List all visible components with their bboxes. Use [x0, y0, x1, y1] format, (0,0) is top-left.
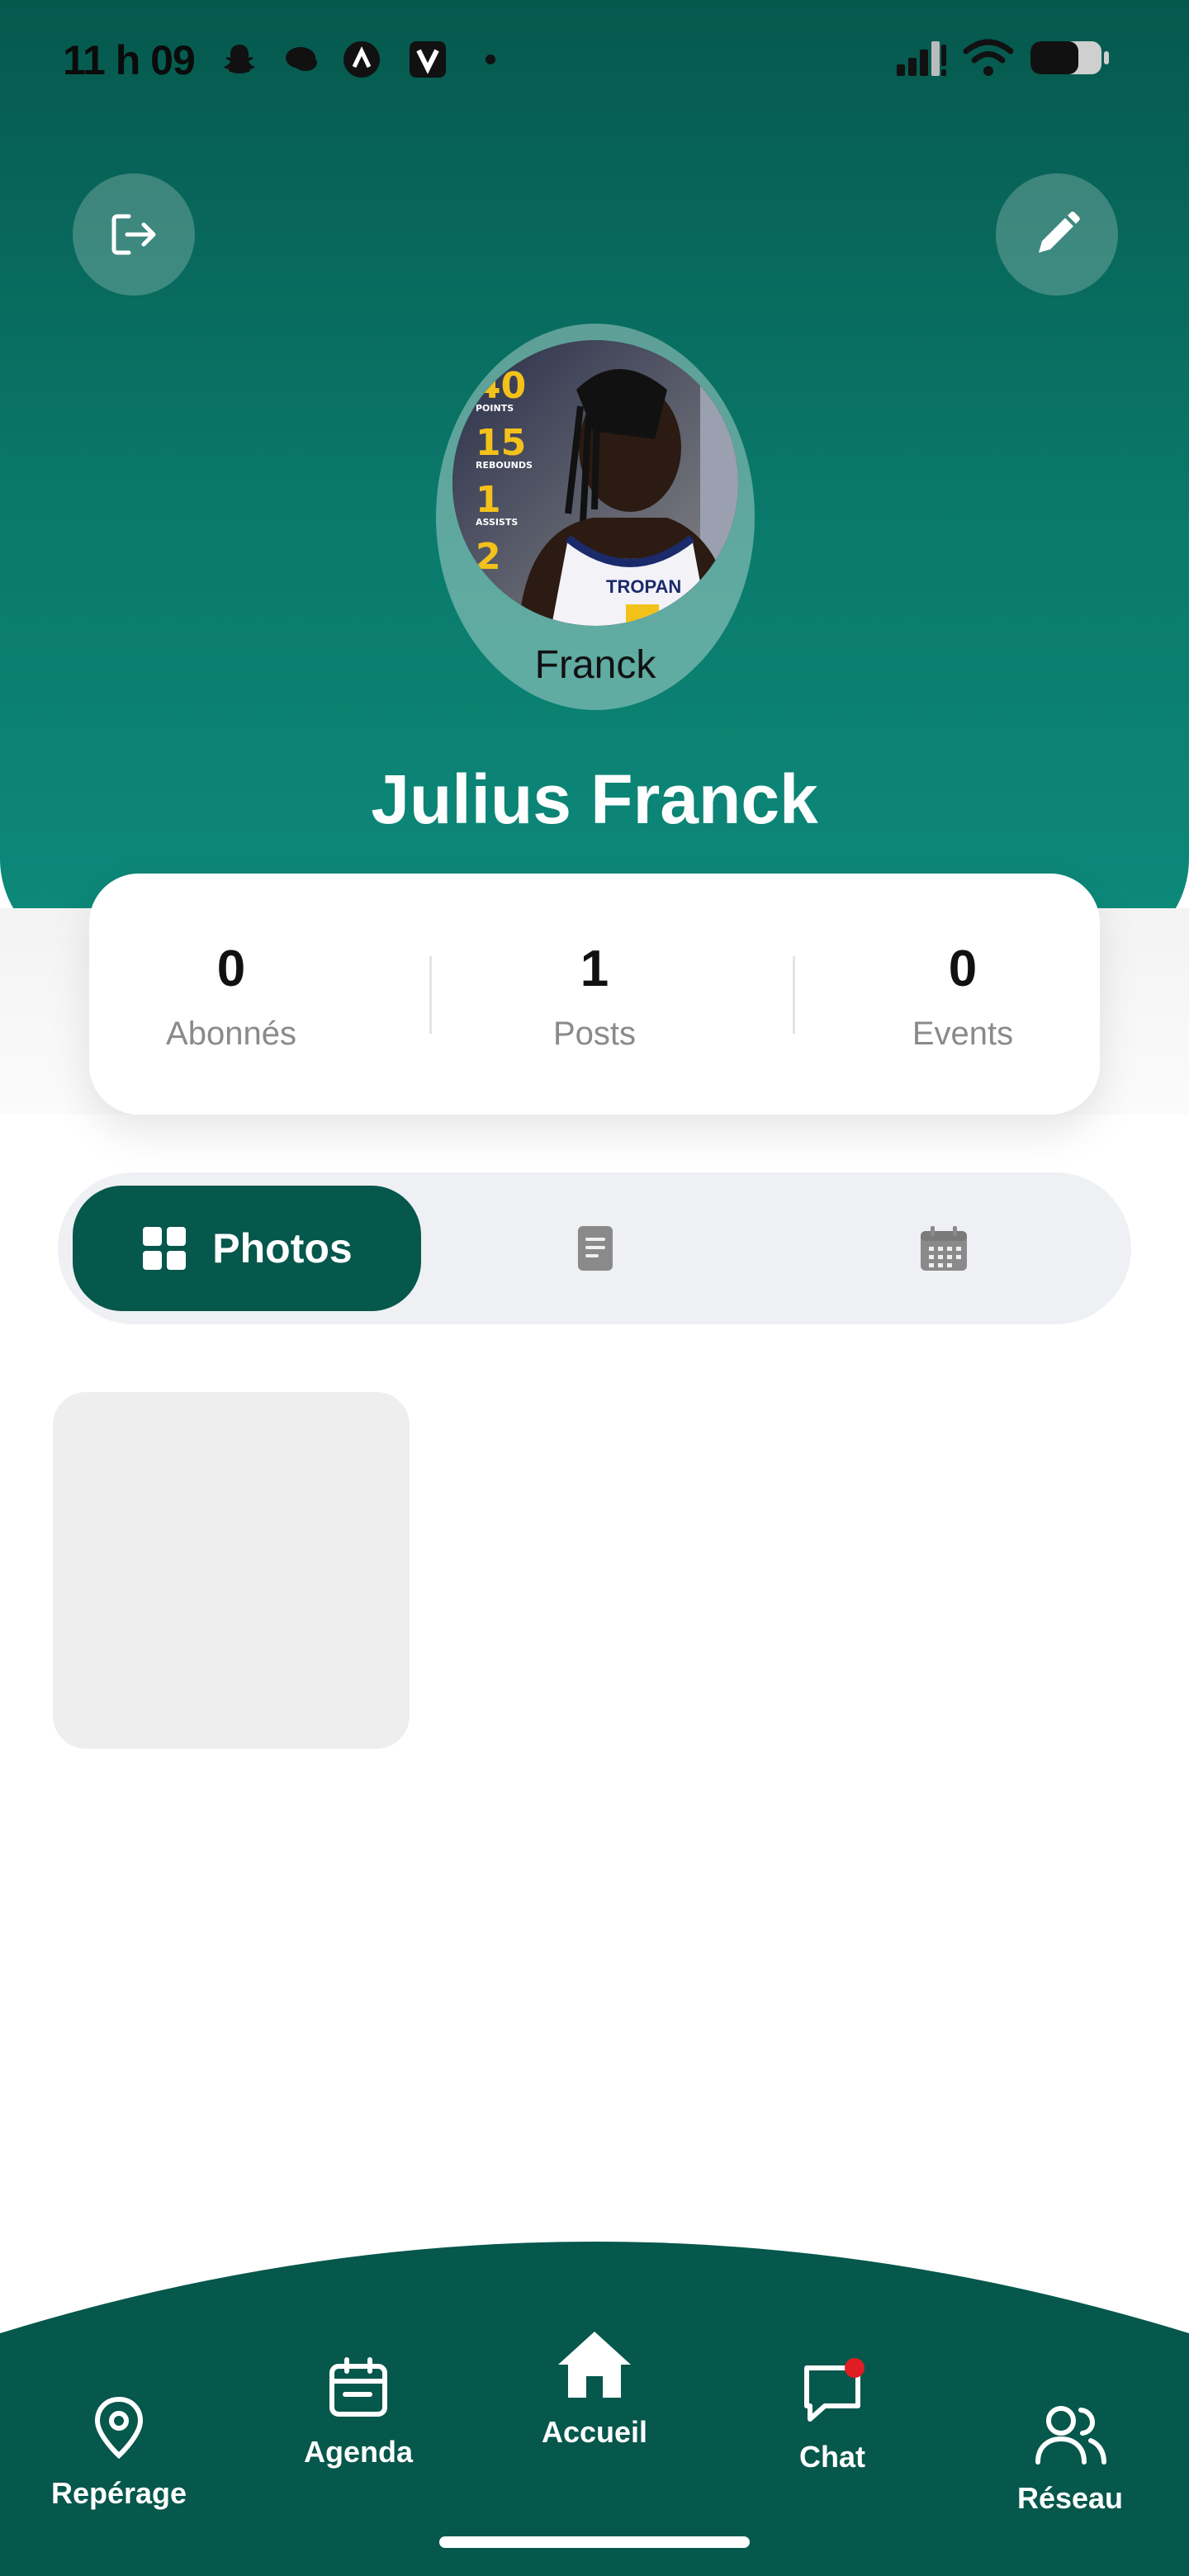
- avatar-caption: Franck: [534, 643, 656, 687]
- stat-posts[interactable]: 1 Posts: [471, 874, 718, 1115]
- profile-name: Julius Franck: [371, 760, 818, 838]
- wifi-icon: [963, 39, 1014, 76]
- content-tabs: Photos: [58, 1172, 1131, 1324]
- grid-icon: [143, 1227, 187, 1270]
- cell-signal-icon: [897, 41, 946, 76]
- status-bar: 11 h 09: [0, 0, 1189, 124]
- tab-events[interactable]: [770, 1186, 1118, 1311]
- nav-chat-label: Chat: [799, 2440, 865, 2474]
- home-indicator[interactable]: [439, 2536, 750, 2548]
- card-stat-4: 2: [476, 536, 501, 578]
- app-v-icon: [410, 41, 446, 78]
- stat-followers-label: Abonnés: [166, 1016, 296, 1052]
- more-dot-icon: [486, 54, 495, 64]
- people-icon: [1035, 2406, 1106, 2465]
- tab-photos-label: Photos: [212, 1225, 353, 1271]
- snapchat-icon: [224, 45, 255, 73]
- nav-agenda[interactable]: Agenda: [276, 2356, 441, 2469]
- stat-posts-value: 1: [580, 940, 609, 997]
- card-stat-2-label: REBOUNDS: [476, 460, 533, 471]
- avatar-photo: 40 POINTS 15 REBOUNDS 1 ASSISTS 2 TROPAN: [452, 340, 738, 626]
- edit-profile-button[interactable]: [996, 173, 1118, 296]
- nav-reseau-label: Réseau: [1016, 2481, 1124, 2515]
- nav-reperage-label: Repérage: [50, 2476, 187, 2510]
- location-pin-icon: [94, 2396, 144, 2460]
- app-a-icon: [343, 41, 380, 78]
- stat-followers-value: 0: [216, 940, 246, 997]
- nav-reperage[interactable]: Repérage: [36, 2394, 201, 2511]
- status-time: 11 h 09: [63, 37, 196, 83]
- logout-icon: [111, 214, 156, 255]
- card-stat-3-label: ASSISTS: [476, 517, 519, 528]
- edit-pencil-icon: [1039, 211, 1080, 253]
- chat-unread-badge: [845, 2358, 865, 2378]
- card-stat-3: 1: [476, 479, 501, 521]
- stat-divider: [429, 956, 432, 1034]
- nav-reseau[interactable]: Réseau: [988, 2403, 1153, 2516]
- bottom-navigation: Repérage Agenda Accueil Chat Réseau: [0, 2241, 1189, 2576]
- stat-events-label: Events: [912, 1016, 1014, 1052]
- card-stat-1: 40: [476, 365, 527, 407]
- stats-card: 0 Abonnés 1 Posts 0 Events: [89, 874, 1100, 1115]
- calendar-icon: [921, 1226, 967, 1271]
- nav-accueil-label: Accueil: [541, 2415, 648, 2449]
- document-icon: [578, 1226, 613, 1271]
- battery-icon: [1030, 41, 1109, 74]
- logout-button[interactable]: [73, 173, 195, 296]
- stat-posts-label: Posts: [552, 1016, 637, 1052]
- tab-posts[interactable]: [421, 1186, 770, 1311]
- card-stat-2: 15: [476, 422, 527, 464]
- nav-agenda-label: Agenda: [303, 2435, 413, 2469]
- stat-events[interactable]: 0 Events: [839, 874, 1087, 1115]
- stat-divider: [793, 956, 795, 1034]
- stat-followers[interactable]: 0 Abonnés: [107, 874, 355, 1115]
- messages-icon: [286, 47, 317, 71]
- tab-photos[interactable]: Photos: [73, 1186, 421, 1311]
- calendar-icon: [329, 2357, 387, 2417]
- stat-events-value: 0: [948, 940, 978, 997]
- jersey-text: TROPAN: [606, 576, 682, 597]
- nav-accueil[interactable]: Accueil: [512, 2328, 677, 2450]
- nav-chat[interactable]: Chat: [750, 2358, 915, 2474]
- photo-tile-placeholder[interactable]: [53, 1392, 410, 1749]
- home-icon: [558, 2332, 631, 2398]
